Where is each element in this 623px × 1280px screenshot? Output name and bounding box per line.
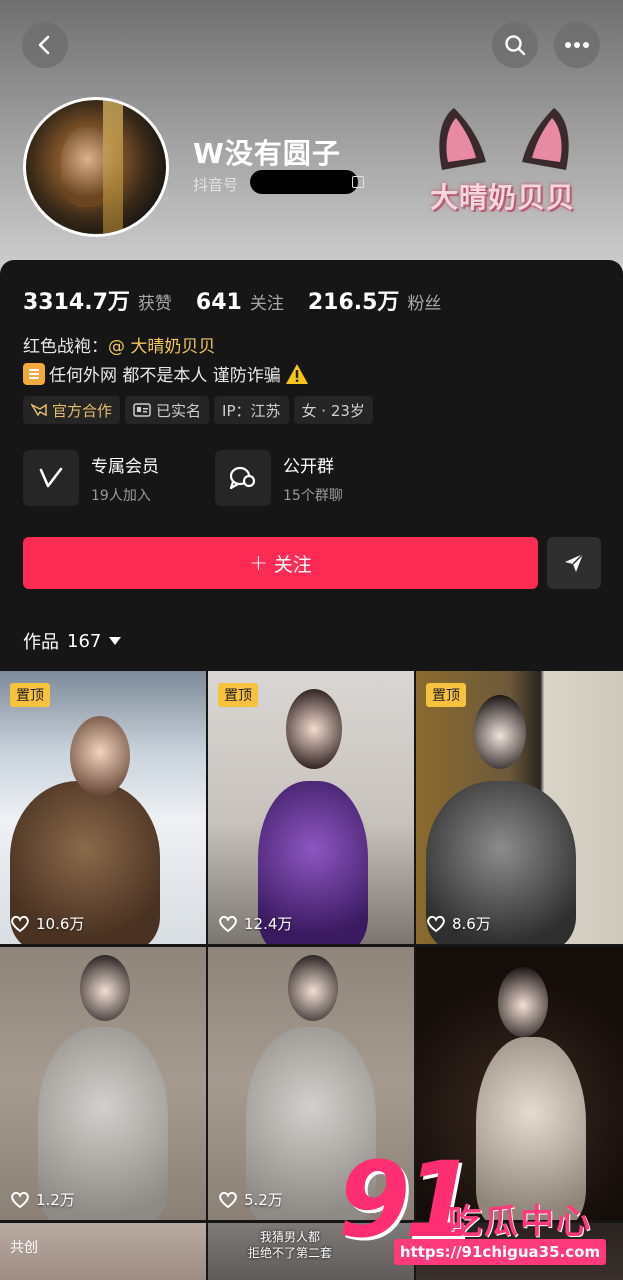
thumbnail-head (70, 716, 130, 796)
caret-down-icon (109, 637, 122, 645)
like-count-text: 8.6万 (452, 915, 491, 933)
heart-icon (11, 1191, 29, 1208)
follow-label: 关注 (273, 553, 312, 576)
avatar[interactable] (23, 97, 169, 237)
works-count: 167 (67, 630, 102, 652)
bio-prefix: 红色战袍： (23, 337, 108, 357)
stat-value: 216.5万 (307, 290, 400, 315)
like-count: 8.6万 (426, 913, 491, 934)
feature-title: 专属会员 (91, 456, 159, 477)
video-tile[interactable]: 置顶 8.6万 (416, 671, 623, 944)
exclusive-member-entry[interactable]: 专属会员 19人加入 (23, 450, 159, 506)
thumbnail-head (498, 967, 548, 1037)
cat-ears-watermark: 大晴奶贝贝 (430, 106, 580, 221)
video-tile[interactable]: 置顶 10.6万 (0, 671, 206, 944)
no-entry-icon (23, 362, 45, 385)
like-count: 1.2万 (10, 1189, 75, 1210)
like-count-text: 10.6万 (36, 915, 85, 933)
like-count-text: 1.2万 (36, 1191, 75, 1209)
caption-line: 拒绝不了第二套 (248, 1246, 333, 1260)
stat-label: 获赞 (137, 294, 172, 314)
search-button[interactable] (492, 22, 538, 68)
profile-header: W没有圆子 抖音号 大晴奶贝贝 (0, 0, 623, 300)
v-member-icon (23, 450, 79, 506)
heart-icon (219, 915, 237, 932)
pinned-badge: 置顶 (426, 683, 466, 707)
site-watermark: 91 吃瓜中心 https://91chigua35.com (338, 1148, 618, 1278)
thumbnail-head (288, 955, 338, 1021)
video-tile[interactable]: 1.2万 (0, 947, 206, 1220)
like-count: 12.4万 (218, 913, 292, 934)
works-label: 作品 (23, 632, 59, 653)
stats-row: 3314.7万 获赞 641 关注 216.5万 粉丝 (23, 284, 465, 316)
video-caption: 我猜男人都 拒绝不了第二套 (248, 1229, 332, 1261)
back-button[interactable] (22, 22, 68, 68)
pinned-badge: 置顶 (218, 683, 258, 707)
bio-mention-link[interactable]: @ 大晴奶贝贝 (108, 337, 215, 357)
warning-icon (285, 363, 308, 384)
stat-likes: 3314.7万 获赞 (23, 284, 172, 316)
share-button[interactable] (547, 537, 601, 589)
tag-verified[interactable]: 已实名 (125, 396, 210, 424)
send-icon (565, 553, 584, 572)
video-tile[interactable]: 置顶 12.4万 (208, 671, 414, 944)
thumbnail-head (80, 955, 130, 1021)
like-count-text: 5.2万 (244, 1191, 283, 1209)
copy-icon[interactable] (352, 176, 364, 188)
video-tile[interactable]: 共创 (0, 1223, 206, 1280)
stat-label: 关注 (249, 294, 284, 314)
stat-following[interactable]: 641 关注 (196, 289, 284, 315)
tags-row: 官方合作 已实名 IP：江苏 女 · 23岁 (23, 396, 378, 424)
bio-line-1: 红色战袍：@ 大晴奶贝贝 (23, 332, 215, 357)
more-button[interactable] (554, 22, 600, 68)
douyin-id-label: 抖音号 (193, 176, 239, 194)
id-card-icon (133, 403, 151, 417)
stat-label: 粉丝 (407, 294, 442, 314)
chat-group-icon (215, 450, 271, 506)
tag-gender-age: 女 · 23岁 (293, 396, 373, 424)
feature-subtitle: 15个群聊 (283, 487, 343, 504)
stat-value: 3314.7万 (23, 290, 130, 315)
bio-warning-text: 任何外网 都不是本人 谨防诈骗 (49, 366, 281, 386)
like-count: 10.6万 (10, 913, 84, 934)
heart-icon (427, 915, 445, 932)
handshake-icon (31, 403, 47, 417)
pinned-badge: 置顶 (10, 683, 50, 707)
profile-panel: 3314.7万 获赞 641 关注 216.5万 粉丝 红色战袍：@ 大晴奶贝贝… (0, 260, 623, 668)
more-dots-icon (565, 42, 589, 48)
tag-label: 女 · 23岁 (301, 401, 365, 420)
cat-ear-right-icon (522, 108, 569, 170)
follow-button[interactable]: + 关注 (23, 537, 538, 589)
co-creation-badge: 共创 (10, 1240, 38, 1256)
like-count-text: 12.4万 (244, 915, 293, 933)
like-count: 5.2万 (218, 1189, 283, 1210)
nickname: W没有圆子 (193, 137, 341, 170)
works-tab[interactable]: 作品 167 (23, 628, 122, 654)
bio-line-2: 任何外网 都不是本人 谨防诈骗 (23, 361, 309, 386)
cat-ear-left-icon (439, 108, 486, 170)
tag-ip-location: IP：江苏 (214, 396, 289, 424)
thumbnail-head (474, 695, 526, 769)
plus-icon: + (249, 550, 268, 576)
stat-value: 641 (195, 290, 242, 315)
site-watermark-name: 吃瓜中心 (448, 1202, 592, 1242)
search-icon (505, 35, 526, 56)
feature-title: 公开群 (283, 456, 334, 477)
chevron-left-icon (38, 35, 50, 55)
public-group-entry[interactable]: 公开群 15个群聊 (215, 450, 343, 506)
site-watermark-url: https://91chigua35.com (394, 1239, 606, 1265)
tag-official-partner[interactable]: 官方合作 (23, 396, 121, 424)
caption-line: 我猜男人都 (260, 1230, 321, 1244)
tag-label: IP：江苏 (222, 401, 281, 420)
tag-label: 官方合作 (52, 401, 113, 420)
heart-icon (11, 915, 29, 932)
watermark-text: 大晴奶贝贝 (430, 181, 576, 214)
thumbnail-head (286, 689, 342, 769)
avatar-face (61, 126, 115, 208)
douyin-id-redacted (250, 170, 358, 194)
feature-subtitle: 19人加入 (91, 487, 151, 504)
heart-icon (219, 1191, 237, 1208)
stat-followers[interactable]: 216.5万 粉丝 (308, 284, 442, 316)
tag-label: 已实名 (156, 401, 202, 420)
